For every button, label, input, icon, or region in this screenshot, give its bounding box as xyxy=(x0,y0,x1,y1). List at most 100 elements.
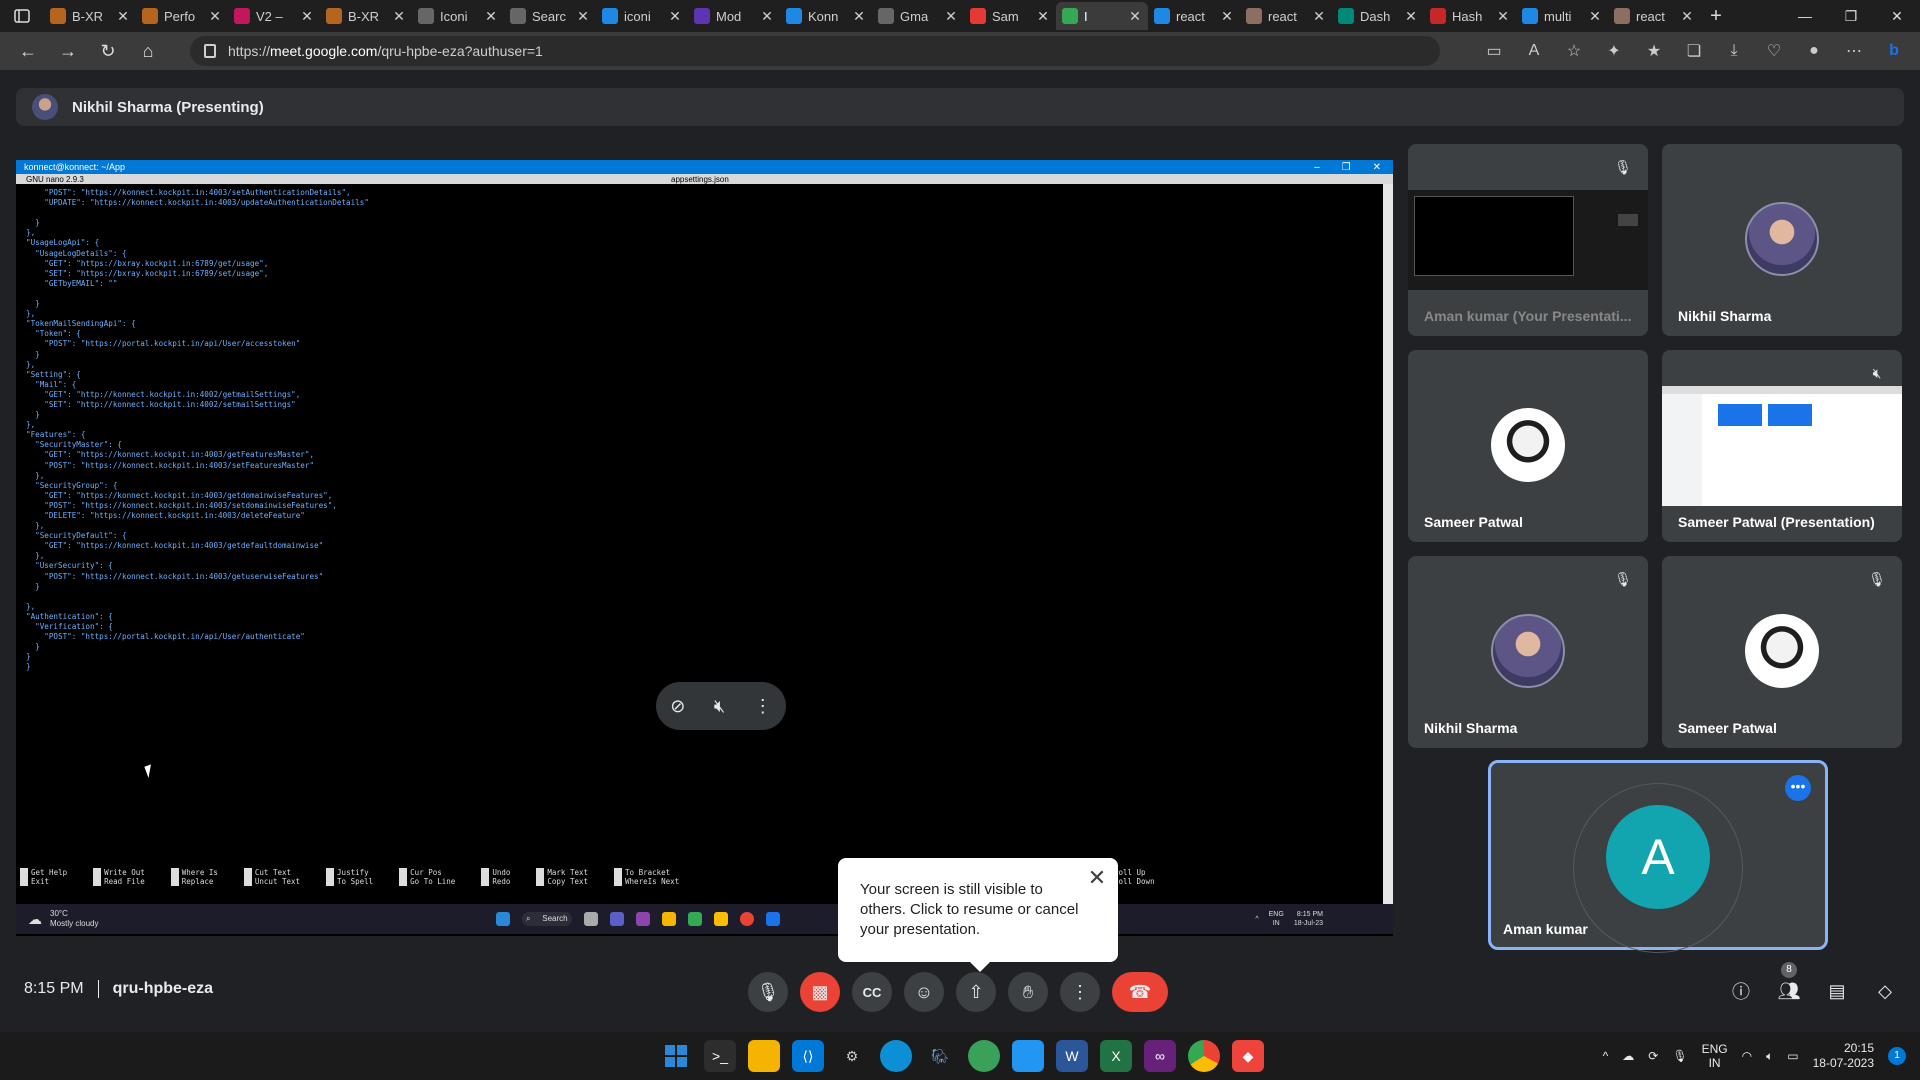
collections-icon[interactable]: ❏ xyxy=(1676,36,1712,66)
browser-tab[interactable]: V2 – ✕ xyxy=(228,2,320,30)
chat-button[interactable]: ▤ xyxy=(1822,976,1852,1006)
more-options-button[interactable]: ⋮ xyxy=(1060,972,1100,1012)
browser-tab[interactable]: B-XR ✕ xyxy=(44,2,136,30)
people-button[interactable]: 8 👥︎ xyxy=(1774,962,1804,1006)
new-tab-button[interactable]: + xyxy=(1700,5,1732,28)
browser-tab[interactable]: Sam ✕ xyxy=(964,2,1056,30)
copilot-icon[interactable]: b xyxy=(1876,36,1912,66)
browser-tab[interactable]: react ✕ xyxy=(1608,2,1700,30)
reload-button[interactable]: ↻ xyxy=(88,32,128,70)
word-icon[interactable]: W xyxy=(1056,1040,1088,1072)
wifi-icon[interactable]: ◠ xyxy=(1742,1049,1752,1063)
participant-tile[interactable]: 🔇︎ Sameer Patwal (Presentation) xyxy=(1662,350,1902,542)
notepad-icon[interactable] xyxy=(1012,1040,1044,1072)
input-language[interactable]: ENG IN xyxy=(1702,1042,1728,1070)
tab-close-icon[interactable]: ✕ xyxy=(760,8,774,25)
postgres-icon[interactable]: 🐘︎ xyxy=(924,1040,956,1072)
leave-call-button[interactable]: ☎︎ xyxy=(1112,972,1168,1012)
reactions-button[interactable]: ☺ xyxy=(904,972,944,1012)
browser-tab[interactable]: Mod ✕ xyxy=(688,2,780,30)
browser-tab[interactable]: react ✕ xyxy=(1240,2,1332,30)
participant-tile[interactable]: 🎙︎ Sameer Patwal xyxy=(1662,556,1902,748)
browser-tab[interactable]: Gma ✕ xyxy=(872,2,964,30)
camera-in-use-icon[interactable]: ▭ xyxy=(1476,36,1512,66)
chrome-icon[interactable] xyxy=(1188,1040,1220,1072)
read-aloud-icon[interactable]: A xyxy=(1516,36,1552,66)
performance-icon[interactable]: ♡ xyxy=(1756,36,1792,66)
browser-tab[interactable]: I ✕ xyxy=(1056,2,1148,30)
browser-tab[interactable]: Dash ✕ xyxy=(1332,2,1424,30)
browser-tab[interactable]: Iconi ✕ xyxy=(412,2,504,30)
tab-close-icon[interactable]: ✕ xyxy=(208,8,222,25)
visual-studio-icon[interactable]: ∞ xyxy=(1144,1040,1176,1072)
tab-close-icon[interactable]: ✕ xyxy=(484,8,498,25)
participant-tile[interactable]: 🎙︎ Aman kumar (Your Presentati... xyxy=(1408,144,1648,336)
captions-button[interactable]: CC xyxy=(852,972,892,1012)
edge-icon[interactable] xyxy=(880,1040,912,1072)
browser-tab[interactable]: Perfo ✕ xyxy=(136,2,228,30)
meeting-details-button[interactable]: ⓘ xyxy=(1726,976,1756,1006)
settings-icon[interactable]: ⚙ xyxy=(836,1040,868,1072)
activities-button[interactable]: ◇ xyxy=(1870,976,1900,1006)
unpin-icon[interactable]: ⊘ xyxy=(670,696,685,717)
downloads-icon[interactable]: ⤓ xyxy=(1716,36,1752,66)
profile-avatar[interactable]: ● xyxy=(1796,36,1832,66)
shared-screen[interactable]: konnect@konnect: ~/App – ❐ ✕ GNU nano 2.9.… xyxy=(16,160,1393,936)
mute-audio-icon[interactable]: 🔇︎ xyxy=(714,696,725,717)
clock[interactable]: 20:15 18-07-2023 xyxy=(1813,1041,1874,1071)
close-window-button[interactable]: ✕ xyxy=(1874,0,1920,32)
home-button[interactable]: ⌂ xyxy=(128,32,168,70)
participant-tile[interactable]: 🎙︎ Nikhil Sharma xyxy=(1408,556,1648,748)
presentation-tooltip[interactable]: Your screen is still visible to others. … xyxy=(838,858,1118,972)
tab-close-icon[interactable]: ✕ xyxy=(944,8,958,25)
browser-tab[interactable]: iconi ✕ xyxy=(596,2,688,30)
tab-close-icon[interactable]: ✕ xyxy=(1036,8,1050,25)
tab-actions-button[interactable] xyxy=(0,0,44,32)
tab-close-icon[interactable]: ✕ xyxy=(852,8,866,25)
browser-tab[interactable]: B-XR ✕ xyxy=(320,2,412,30)
favorites-icon[interactable]: ★ xyxy=(1636,36,1672,66)
tab-close-icon[interactable]: ✕ xyxy=(1588,8,1602,25)
participant-tile[interactable]: Sameer Patwal xyxy=(1408,350,1648,542)
restore-button[interactable]: ❐ xyxy=(1828,0,1874,32)
tab-close-icon[interactable]: ✕ xyxy=(1220,8,1234,25)
onedrive-icon[interactable]: ☁ xyxy=(1622,1049,1634,1063)
tab-close-icon[interactable]: ✕ xyxy=(1404,8,1418,25)
browser-tab[interactable]: Konn ✕ xyxy=(780,2,872,30)
tab-close-icon[interactable]: ✕ xyxy=(1680,8,1694,25)
sync-icon[interactable]: ⟳ xyxy=(1648,1049,1658,1063)
participant-tile[interactable]: Nikhil Sharma xyxy=(1662,144,1902,336)
globe-app-icon[interactable] xyxy=(968,1040,1000,1072)
tab-close-icon[interactable]: ✕ xyxy=(1312,8,1326,25)
microphone-button[interactable]: 🎙︎ xyxy=(748,972,788,1012)
battery-icon[interactable]: ▭ xyxy=(1787,1049,1798,1063)
minimize-button[interactable]: — xyxy=(1782,0,1828,32)
tab-close-icon[interactable]: ✕ xyxy=(1128,8,1142,25)
back-button[interactable]: ← xyxy=(8,32,48,70)
browser-tab[interactable]: react ✕ xyxy=(1148,2,1240,30)
excel-icon[interactable]: X xyxy=(1100,1040,1132,1072)
tab-close-icon[interactable]: ✕ xyxy=(116,8,130,25)
vscode-icon[interactable]: ⟨⟩ xyxy=(792,1040,824,1072)
address-bar[interactable]: https://meet.google.com/qru-hpbe-eza?aut… xyxy=(190,36,1440,66)
browser-tab[interactable]: Searc ✕ xyxy=(504,2,596,30)
browser-tab[interactable]: multi ✕ xyxy=(1516,2,1608,30)
mic-tray-icon[interactable]: 🎙︎ xyxy=(1672,1049,1687,1063)
camera-button[interactable]: ▩ xyxy=(800,972,840,1012)
tab-close-icon[interactable]: ✕ xyxy=(392,8,406,25)
tab-close-icon[interactable]: ✕ xyxy=(1496,8,1510,25)
tab-close-icon[interactable]: ✕ xyxy=(300,8,314,25)
self-tile[interactable]: A ••• Aman kumar xyxy=(1488,760,1828,953)
anydesk-icon[interactable]: ◆ xyxy=(1232,1040,1264,1072)
tooltip-close-button[interactable]: ✕ xyxy=(1086,867,1108,890)
tray-chevron-icon[interactable]: ^ xyxy=(1603,1049,1609,1063)
tab-close-icon[interactable]: ✕ xyxy=(668,8,682,25)
tab-close-icon[interactable]: ✕ xyxy=(576,8,590,25)
tile-more-options-button[interactable]: ••• xyxy=(1785,775,1811,801)
file-explorer-icon[interactable] xyxy=(748,1040,780,1072)
forward-button[interactable]: → xyxy=(48,32,88,70)
extensions-icon[interactable]: ✦ xyxy=(1596,36,1632,66)
volume-icon[interactable]: 🔈︎ xyxy=(1766,1049,1773,1064)
terminal-app-icon[interactable]: >_ xyxy=(704,1040,736,1072)
present-button[interactable]: ⇧ xyxy=(956,972,996,1012)
